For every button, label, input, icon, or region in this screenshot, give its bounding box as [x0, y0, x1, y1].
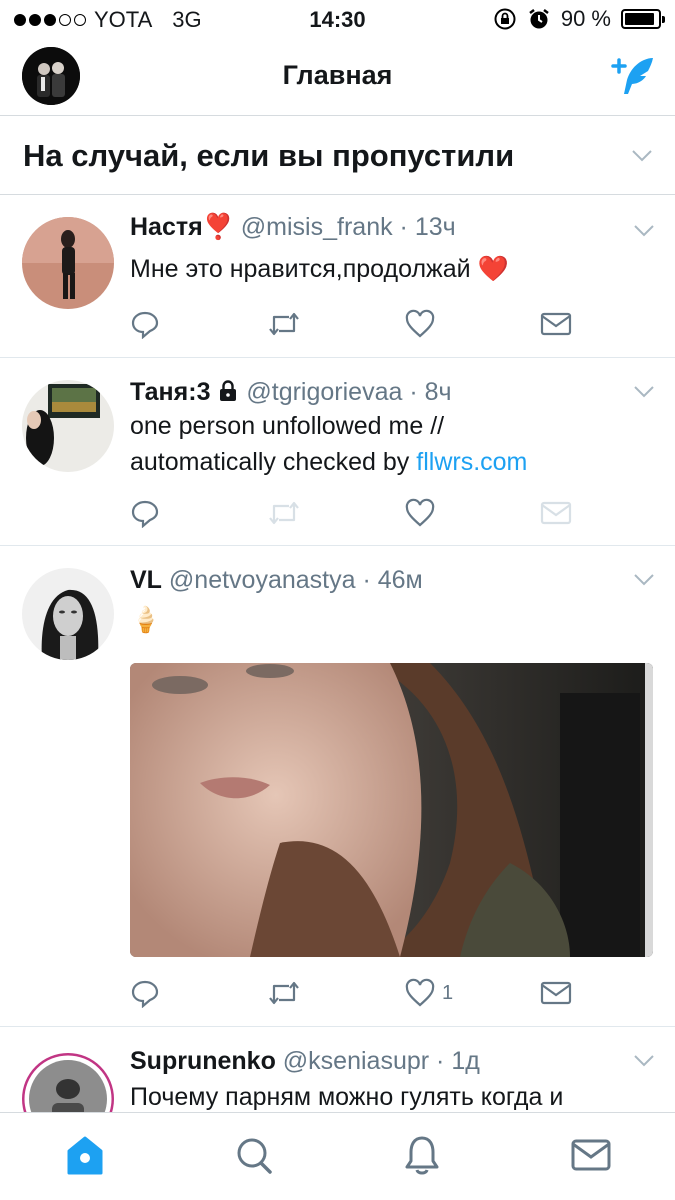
like-button[interactable]: 1 [404, 976, 453, 1010]
tweet-header: Таня:3 @tgrigorievaa · 8ч [130, 378, 452, 407]
reply-icon [131, 500, 159, 528]
heart-icon [405, 978, 435, 1007]
envelope-icon [540, 501, 572, 525]
direct-message-button-disabled [540, 496, 572, 530]
reply-icon [131, 311, 159, 339]
separator-dot: · [399, 213, 408, 241]
tweet-text-line: automatically checked by fllwrs.com [130, 444, 650, 480]
retweet-icon [269, 981, 299, 1005]
tweet-author-handle[interactable]: @kseniasupr [283, 1047, 429, 1075]
tweet-text: 🍦 [130, 606, 162, 634]
compose-quill-icon[interactable] [607, 52, 657, 100]
reply-icon [131, 980, 159, 1008]
search-tab-icon[interactable] [234, 1133, 274, 1177]
tweet-avatar-image [22, 380, 114, 472]
battery-percent: 90 % [560, 6, 611, 31]
envelope-icon [540, 312, 572, 336]
separator-dot: · [436, 1047, 445, 1075]
home-tab-icon[interactable] [65, 1133, 105, 1177]
rotation-lock-icon [494, 8, 516, 30]
tweet-timestamp: 13ч [414, 213, 456, 241]
heart-icon [405, 498, 435, 527]
tweet-author-name[interactable]: VL [130, 566, 162, 594]
tweet-timestamp: 46м [377, 566, 423, 594]
tweet-text-line: one person unfollowed me // [130, 412, 445, 440]
messages-tab-icon[interactable] [571, 1133, 611, 1177]
tweet-avatar[interactable] [22, 1053, 114, 1112]
envelope-icon [540, 981, 572, 1005]
tweet-avatar-image [22, 217, 114, 309]
tweet-menu-chevron-icon[interactable] [633, 224, 655, 238]
tweet-menu-chevron-icon[interactable] [633, 573, 655, 587]
tweet-link[interactable]: fllwrs.com [416, 448, 527, 476]
tweet-avatar-image [22, 1053, 114, 1112]
tweet-timestamp: 8ч [424, 378, 452, 406]
battery-fill [625, 13, 654, 25]
page-title: Главная [282, 60, 393, 90]
tweet-actions: 1 [130, 976, 572, 1012]
direct-message-button[interactable] [540, 976, 572, 1010]
heart-icon [405, 309, 435, 338]
reply-button[interactable] [130, 307, 160, 341]
heart-exclamation-badge: ❣️ [202, 213, 234, 241]
tweet-text: one person unfollowed me // automaticall… [130, 408, 650, 480]
tweet-header: Suprunenko @kseniasupr · 1д [130, 1047, 480, 1076]
tweet-header: VL @netvoyanastya · 46м [130, 566, 423, 595]
separator-dot: · [409, 378, 418, 406]
tweet-photo-image [130, 663, 653, 957]
like-button[interactable] [404, 307, 442, 341]
section-title: На случай, если вы пропустили [23, 138, 515, 173]
tweet-avatar-image [22, 568, 114, 660]
notifications-tab-icon[interactable] [402, 1133, 442, 1177]
missed-tweets-header[interactable]: На случай, если вы пропустили [0, 116, 675, 195]
tweet-actions [130, 307, 572, 343]
bottom-tab-bar [0, 1112, 675, 1200]
top-navigation-bar: Главная [0, 38, 675, 116]
chevron-down-icon[interactable] [631, 149, 653, 163]
reply-button[interactable] [130, 496, 160, 530]
tweet-text: Мне это нравится,продолжай ❤️ [130, 255, 509, 283]
reply-button[interactable] [130, 976, 160, 1010]
tweet-header: Настя❣️ @misis_frank · 13ч [130, 213, 456, 242]
protected-account-lock-icon [220, 380, 237, 401]
retweet-button[interactable] [267, 976, 301, 1010]
tweet-avatar[interactable] [22, 217, 114, 309]
like-count: 1 [442, 981, 454, 1004]
tweet-author-name[interactable]: Настя [130, 213, 203, 241]
alarm-icon [529, 9, 549, 29]
tweet-author-handle[interactable]: @misis_frank [241, 213, 393, 241]
tweet-menu-chevron-icon[interactable] [633, 1054, 655, 1068]
tweet-actions [130, 496, 572, 532]
separator-dot: · [362, 566, 371, 594]
tweet-item[interactable]: VL @netvoyanastya · 46м 🍦 1 [0, 546, 675, 1027]
tweet-item[interactable]: Suprunenko @kseniasupr · 1д Почему парня… [0, 1027, 675, 1112]
tweet-timestamp: 1д [451, 1047, 480, 1075]
tweet-avatar[interactable] [22, 568, 114, 660]
tweet-item[interactable]: Настя❣️ @misis_frank · 13ч Мне это нрави… [0, 195, 675, 358]
tweet-menu-chevron-icon[interactable] [633, 385, 655, 399]
tweet-item[interactable]: Таня:3 @tgrigorievaa · 8ч one person unf… [0, 358, 675, 546]
status-right: 90 % [493, 6, 665, 32]
tweet-author-handle[interactable]: @netvoyanastya [169, 566, 356, 594]
tweet-avatar[interactable] [22, 380, 114, 472]
retweet-icon [269, 501, 299, 525]
tweet-author-name[interactable]: Таня:3 [130, 378, 210, 406]
retweet-icon [269, 312, 299, 336]
retweet-button[interactable] [267, 307, 301, 341]
tweet-photo[interactable] [130, 663, 653, 957]
retweet-button-disabled [267, 496, 301, 530]
tweet-author-handle[interactable]: @tgrigorievaa [246, 378, 402, 406]
direct-message-button[interactable] [540, 307, 572, 341]
tweet-text: Почему парням можно гулять когда и [130, 1083, 564, 1111]
status-bar: YOTA 3G 14:30 90 % [0, 0, 675, 38]
tweet-text-prefix: automatically checked by [130, 448, 417, 476]
battery-icon [621, 9, 665, 29]
like-button[interactable] [404, 496, 442, 530]
tweet-author-name[interactable]: Suprunenko [130, 1047, 276, 1075]
